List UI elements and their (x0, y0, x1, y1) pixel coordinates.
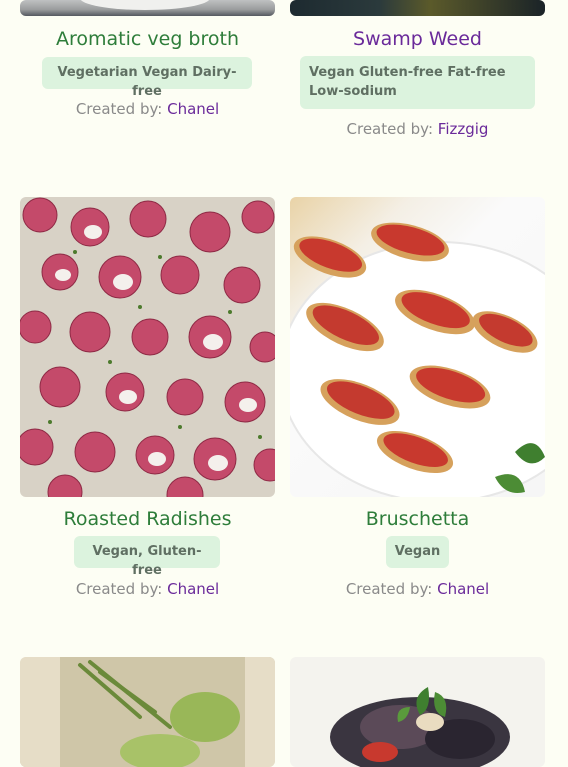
created-by-label: Created by: (75, 100, 163, 118)
creator-link[interactable]: Chanel (167, 100, 219, 118)
recipe-creator: Created by: Fizzgig (290, 120, 545, 138)
recipe-card[interactable]: Bruschetta Vegan Created by: Chanel (290, 197, 545, 617)
recipe-image[interactable] (20, 0, 275, 16)
recipe-title[interactable]: Roasted Radishes (20, 507, 275, 531)
recipe-title[interactable]: Swamp Weed (290, 27, 545, 51)
recipe-image[interactable] (290, 197, 545, 497)
creator-link[interactable]: Fizzgig (438, 120, 489, 138)
recipe-creator: Created by: Chanel (20, 100, 275, 118)
recipe-tags: Vegan, Gluten-free (74, 536, 220, 578)
created-by-label: Created by: (75, 580, 163, 598)
recipe-tags: Vegetarian Vegan Dairy-free (42, 57, 252, 99)
recipe-card[interactable]: Aromatic veg broth Vegetarian Vegan Dair… (20, 0, 275, 180)
recipe-tags: Vegan (386, 536, 449, 568)
recipe-card[interactable] (290, 657, 545, 767)
recipe-image[interactable] (20, 657, 275, 767)
recipe-creator: Created by: Chanel (20, 580, 275, 598)
recipe-tags: Vegan Gluten-free Fat-free Low-sodium (300, 56, 535, 109)
creator-link[interactable]: Chanel (437, 580, 489, 598)
recipe-creator: Created by: Chanel (290, 580, 545, 598)
bruschetta-illustration (290, 222, 545, 497)
creator-link[interactable]: Chanel (167, 580, 219, 598)
created-by-label: Created by: (346, 120, 434, 138)
recipe-title[interactable]: Aromatic veg broth (20, 27, 275, 51)
recipe-card[interactable]: Roasted Radishes Vegan, Gluten-free Crea… (20, 197, 275, 617)
recipe-card[interactable]: Swamp Weed Vegan Gluten-free Fat-free Lo… (290, 0, 545, 180)
created-by-label: Created by: (345, 580, 433, 598)
eggplant-illustration (330, 687, 510, 767)
asparagus-illustration (20, 657, 275, 767)
recipe-card[interactable] (20, 657, 275, 767)
radish-illustration (20, 197, 275, 497)
recipe-image[interactable] (20, 197, 275, 497)
recipe-title[interactable]: Bruschetta (290, 507, 545, 531)
recipe-image[interactable] (290, 657, 545, 767)
recipe-image[interactable] (290, 0, 545, 16)
